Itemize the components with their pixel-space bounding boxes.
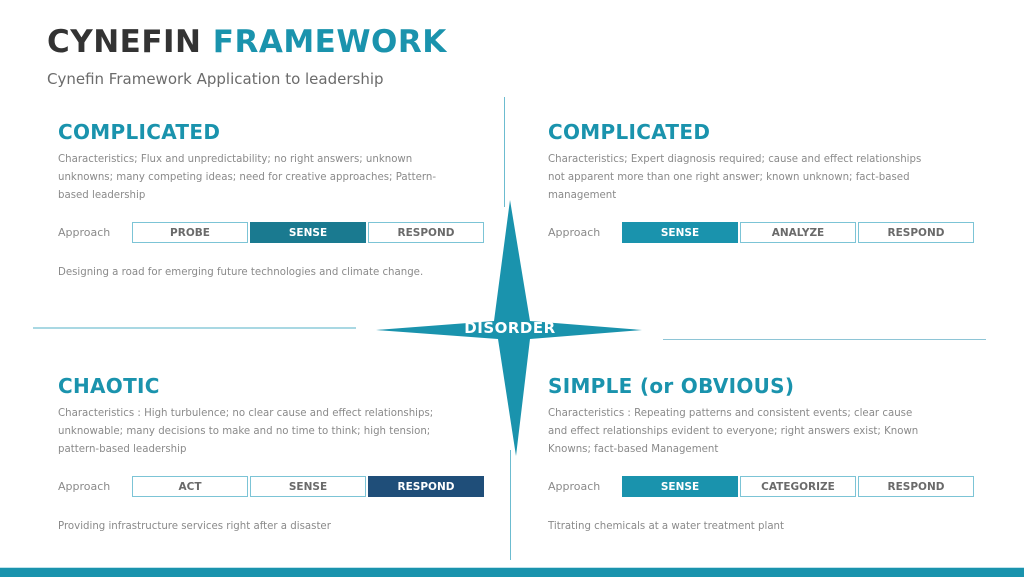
quadrant-example: Designing a road for emerging future tec…: [58, 267, 424, 278]
approach-row: Approach SENSE CATEGORIZE RESPOND: [548, 476, 976, 497]
approach-steps: ACT SENSE RESPOND: [132, 476, 486, 497]
approach-label: Approach: [548, 480, 601, 493]
quadrant-example: Providing infrastructure services right …: [58, 521, 331, 532]
approach-steps: SENSE CATEGORIZE RESPOND: [622, 476, 976, 497]
step-sense[interactable]: SENSE: [250, 222, 366, 243]
approach-label: Approach: [58, 226, 111, 239]
step-sense[interactable]: SENSE: [250, 476, 366, 497]
step-analyze[interactable]: ANALYZE: [740, 222, 856, 243]
quadrant-description: Characteristics; Expert diagnosis requir…: [548, 154, 922, 201]
disorder-label: DISORDER: [464, 319, 556, 337]
page-title: CYNEFIN FRAMEWORK: [47, 24, 447, 60]
step-sense[interactable]: SENSE: [622, 476, 738, 497]
step-respond[interactable]: RESPOND: [858, 222, 974, 243]
step-act[interactable]: ACT: [132, 476, 248, 497]
step-categorize[interactable]: CATEGORIZE: [740, 476, 856, 497]
approach-steps: SENSE ANALYZE RESPOND: [622, 222, 976, 243]
horizontal-divider-right: [663, 339, 986, 340]
horizontal-divider-left: [33, 327, 356, 329]
vertical-divider-bottom: [510, 450, 511, 560]
step-respond[interactable]: RESPOND: [858, 476, 974, 497]
vertical-divider-top: [504, 97, 505, 207]
step-respond[interactable]: RESPOND: [368, 476, 484, 497]
quadrant-example: Titrating chemicals at a water treatment…: [548, 521, 785, 532]
title-part-2: FRAMEWORK: [212, 24, 447, 60]
quadrant-title: COMPLICATED: [548, 120, 711, 144]
quadrant-title: COMPLICATED: [58, 120, 221, 144]
quadrant-description: Characteristics; Flux and unpredictabili…: [58, 154, 437, 201]
page-subtitle: Cynefin Framework Application to leaders…: [47, 70, 384, 88]
step-probe[interactable]: PROBE: [132, 222, 248, 243]
approach-label: Approach: [58, 480, 111, 493]
title-part-1: CYNEFIN: [47, 24, 202, 60]
approach-row: Approach ACT SENSE RESPOND: [58, 476, 486, 497]
disorder-center: DISORDER: [376, 200, 642, 456]
